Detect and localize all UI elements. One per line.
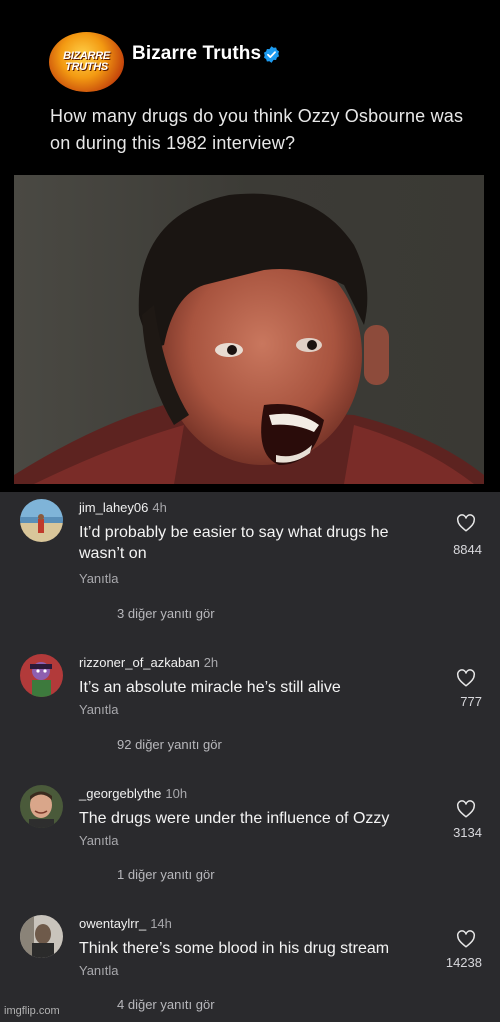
- reply-button[interactable]: Yanıtla: [79, 702, 119, 717]
- comment-username[interactable]: _georgeblythe: [79, 786, 161, 801]
- view-more-replies-button[interactable]: 4 diğer yanıtı gör: [117, 997, 215, 1012]
- comment-time: 14h: [150, 916, 172, 931]
- comment-header: rizzoner_of_azkaban 2h: [79, 655, 218, 670]
- view-more-replies-button[interactable]: 92 diğer yanıtı gör: [117, 737, 222, 752]
- comment-username[interactable]: owentaylrr_: [79, 916, 146, 931]
- comment-time: 2h: [203, 655, 219, 670]
- comment-header: owentaylrr_ 14h: [79, 916, 172, 931]
- commenter-avatar[interactable]: [20, 654, 63, 697]
- comment-text: It’s an absolute miracle he’s still aliv…: [79, 679, 341, 696]
- comment-username[interactable]: rizzoner_of_azkaban: [79, 655, 200, 670]
- comment-time: 4h: [152, 500, 167, 515]
- comment-username[interactable]: jim_lahey06: [79, 500, 148, 515]
- like-count: 3134: [453, 825, 482, 840]
- account-avatar-logo[interactable]: BIZARRE TRUTHS: [49, 32, 124, 92]
- view-more-replies-button[interactable]: 3 diğer yanıtı gör: [117, 606, 215, 621]
- heart-icon[interactable]: [456, 800, 476, 818]
- heart-icon[interactable]: [456, 930, 476, 948]
- comment-time: 10h: [165, 786, 188, 801]
- commenter-avatar[interactable]: [20, 499, 63, 542]
- reply-button[interactable]: Yanıtla: [79, 571, 119, 586]
- like-count: 777: [460, 694, 482, 709]
- comments-section: jim_lahey06 4h It’d probably be easier to…: [0, 492, 500, 1022]
- verified-badge-icon: [263, 46, 280, 63]
- comment-text: Think there’s some blood in his drug str…: [79, 940, 390, 957]
- view-more-replies-button[interactable]: 1 diğer yanıtı gör: [117, 867, 215, 882]
- like-count: 8844: [453, 542, 482, 557]
- comment-item: jim_lahey06 4h It’d probably be easier to…: [0, 492, 500, 622]
- heart-icon[interactable]: [456, 669, 476, 687]
- heart-icon[interactable]: [456, 514, 476, 532]
- commenter-avatar[interactable]: [20, 915, 63, 958]
- comment-text: It’d probably be easier to say what drug…: [79, 524, 389, 562]
- comment-item: _georgeblythe 10h The drugs were under th…: [0, 778, 500, 908]
- comment-item: rizzoner_of_azkaban 2h It’s an absolute m…: [0, 647, 500, 777]
- comment-text: The drugs were under the influence of Oz…: [79, 810, 390, 827]
- logo-text-line2: TRUTHS: [65, 61, 108, 73]
- post-card: BIZARRE TRUTHS Bizarre Truths How many d…: [0, 0, 500, 492]
- post-caption: How many drugs do you think Ozzy Osbourn…: [50, 106, 464, 153]
- video-still-image[interactable]: [14, 175, 484, 484]
- watermark: imgflip.com: [4, 1005, 60, 1017]
- reply-button[interactable]: Yanıtla: [79, 963, 119, 978]
- reply-button[interactable]: Yanıtla: [79, 833, 119, 848]
- comment-item: owentaylrr_ 14h Think there’s some blood …: [0, 908, 500, 1022]
- commenter-avatar[interactable]: [20, 785, 63, 828]
- account-name[interactable]: Bizarre Truths: [132, 43, 261, 65]
- comment-header: jim_lahey06 4h: [79, 500, 167, 515]
- comment-header: _georgeblythe 10h: [79, 786, 187, 801]
- like-count: 14238: [445, 955, 482, 970]
